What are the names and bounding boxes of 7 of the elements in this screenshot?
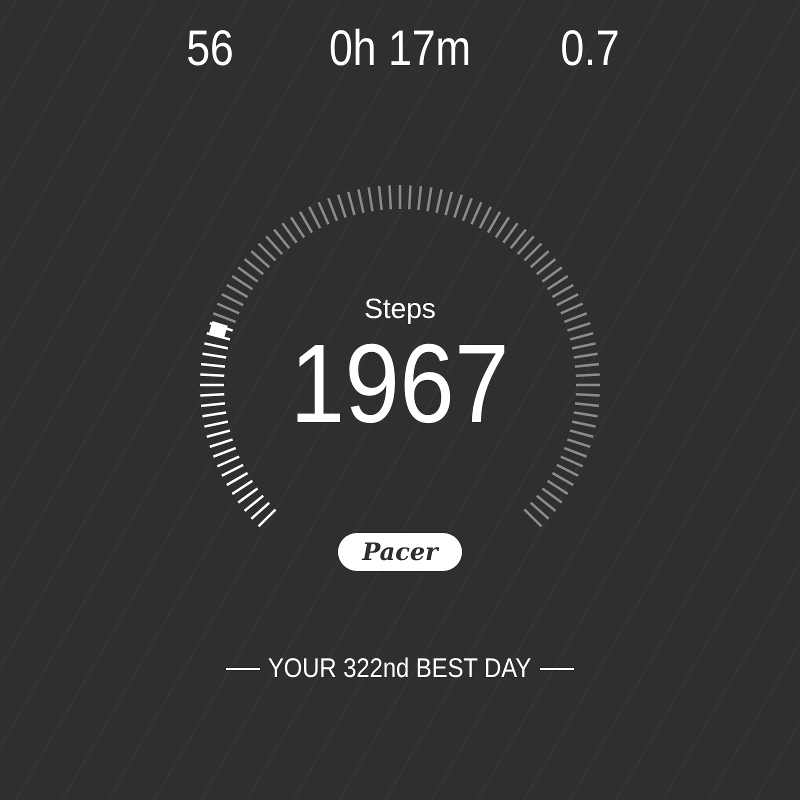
best-day-text: YOUR 322nd BEST DAY (268, 653, 532, 684)
stat-value: 0h 17m (328, 20, 472, 76)
logo-badge: Pacer (338, 533, 462, 571)
stat-value: 56 (185, 20, 235, 76)
steps-label: Steps (364, 293, 436, 325)
stat-value: 0.7 (559, 20, 621, 76)
steps-count: 1967 (290, 329, 510, 439)
